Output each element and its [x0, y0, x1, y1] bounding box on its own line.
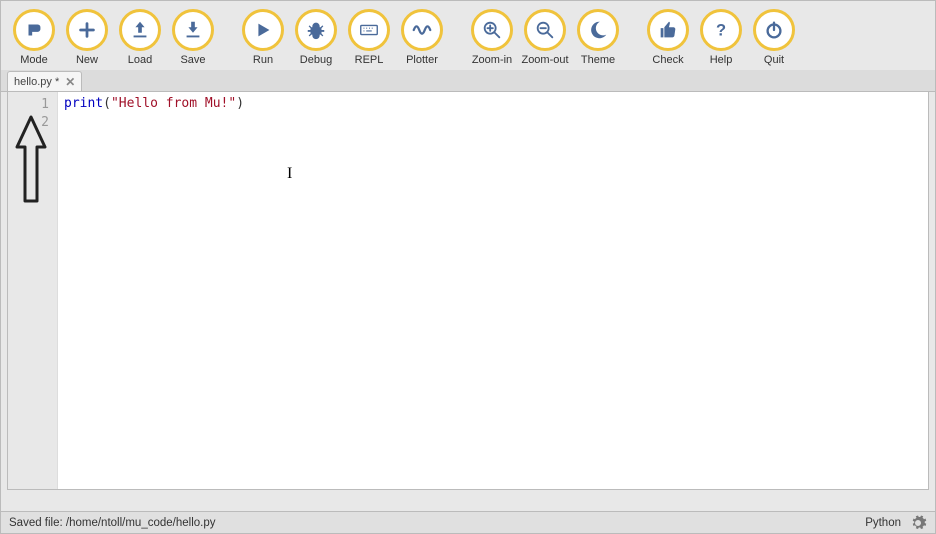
- gear-icon: [909, 514, 927, 532]
- mode-button[interactable]: Mode: [11, 9, 57, 66]
- help-button[interactable]: ? Help: [698, 9, 744, 66]
- status-message: Saved file: /home/ntoll/mu_code/hello.py: [9, 517, 215, 529]
- file-tab[interactable]: hello.py * ✕: [7, 71, 82, 91]
- toolbar-label: Mode: [20, 54, 48, 66]
- debug-button[interactable]: Debug: [293, 9, 339, 66]
- load-button[interactable]: Load: [117, 9, 163, 66]
- zoom-out-button[interactable]: Zoom-out: [522, 9, 568, 66]
- code-token: "Hello from Mu!": [111, 96, 236, 111]
- toolbar-label: Debug: [300, 54, 332, 66]
- tab-bar: hello.py * ✕: [1, 70, 935, 92]
- quit-button[interactable]: Quit: [751, 9, 797, 66]
- toolbar-label: REPL: [355, 54, 384, 66]
- run-button[interactable]: Run: [240, 9, 286, 66]
- wave-icon: [401, 9, 443, 51]
- plus-icon: [66, 9, 108, 51]
- toolbar-label: Zoom-in: [472, 54, 512, 66]
- status-bar: Saved file: /home/ntoll/mu_code/hello.py…: [1, 511, 935, 533]
- check-button[interactable]: Check: [645, 9, 691, 66]
- toolbar-label: Help: [710, 54, 733, 66]
- svg-text:?: ?: [716, 22, 726, 40]
- question-icon: ?: [700, 9, 742, 51]
- zoom-in-button[interactable]: Zoom-in: [469, 9, 515, 66]
- tab-title: hello.py *: [14, 76, 59, 88]
- theme-button[interactable]: Theme: [575, 9, 621, 66]
- plotter-button[interactable]: Plotter: [399, 9, 445, 66]
- settings-button[interactable]: [909, 514, 927, 532]
- toolbar-label: Theme: [581, 54, 615, 66]
- toolbar-label: Run: [253, 54, 273, 66]
- toolbar: Mode New Load Save Run Debug REPL: [1, 1, 935, 70]
- new-button[interactable]: New: [64, 9, 110, 66]
- toolbar-label: Quit: [764, 54, 784, 66]
- editor: 1 2 print("Hello from Mu!"): [7, 92, 929, 490]
- code-token: (: [103, 96, 111, 111]
- toolbar-label: Plotter: [406, 54, 438, 66]
- play-icon: [242, 9, 284, 51]
- toolbar-label: Zoom-out: [521, 54, 568, 66]
- line-gutter: 1 2: [8, 92, 58, 489]
- mode-icon: [13, 9, 55, 51]
- toolbar-label: Load: [128, 54, 152, 66]
- close-icon[interactable]: ✕: [65, 75, 75, 89]
- toolbar-label: Check: [652, 54, 683, 66]
- toolbar-label: New: [76, 54, 98, 66]
- moon-icon: [577, 9, 619, 51]
- save-icon: [172, 9, 214, 51]
- toolbar-label: Save: [180, 54, 205, 66]
- status-mode: Python: [865, 517, 901, 529]
- thumb-icon: [647, 9, 689, 51]
- keyboard-icon: [348, 9, 390, 51]
- code-token: print: [64, 96, 103, 111]
- repl-button[interactable]: REPL: [346, 9, 392, 66]
- code-area[interactable]: print("Hello from Mu!"): [58, 92, 928, 489]
- line-number: 2: [8, 114, 49, 132]
- load-icon: [119, 9, 161, 51]
- bug-icon: [295, 9, 337, 51]
- code-token: ): [236, 96, 244, 111]
- zoom-out-icon: [524, 9, 566, 51]
- power-icon: [753, 9, 795, 51]
- zoom-in-icon: [471, 9, 513, 51]
- save-button[interactable]: Save: [170, 9, 216, 66]
- line-number: 1: [8, 96, 49, 114]
